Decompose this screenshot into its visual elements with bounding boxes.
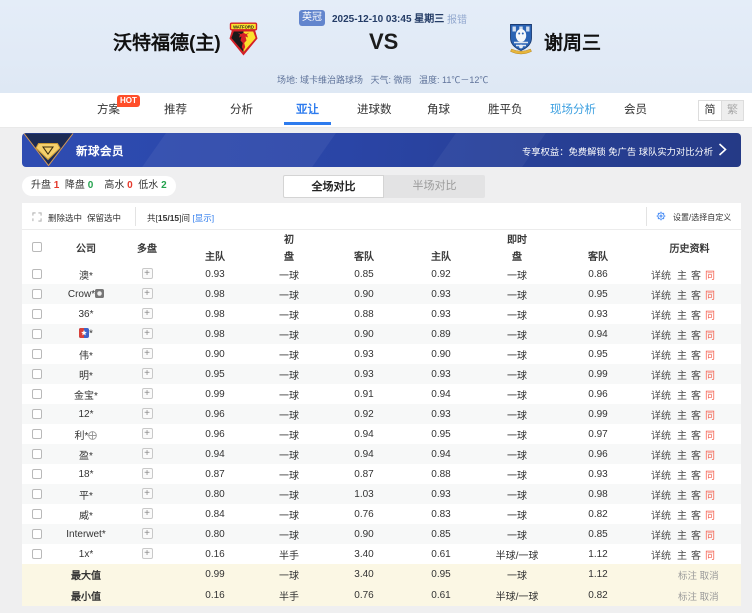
svg-text:WATFORD: WATFORD (233, 25, 254, 30)
